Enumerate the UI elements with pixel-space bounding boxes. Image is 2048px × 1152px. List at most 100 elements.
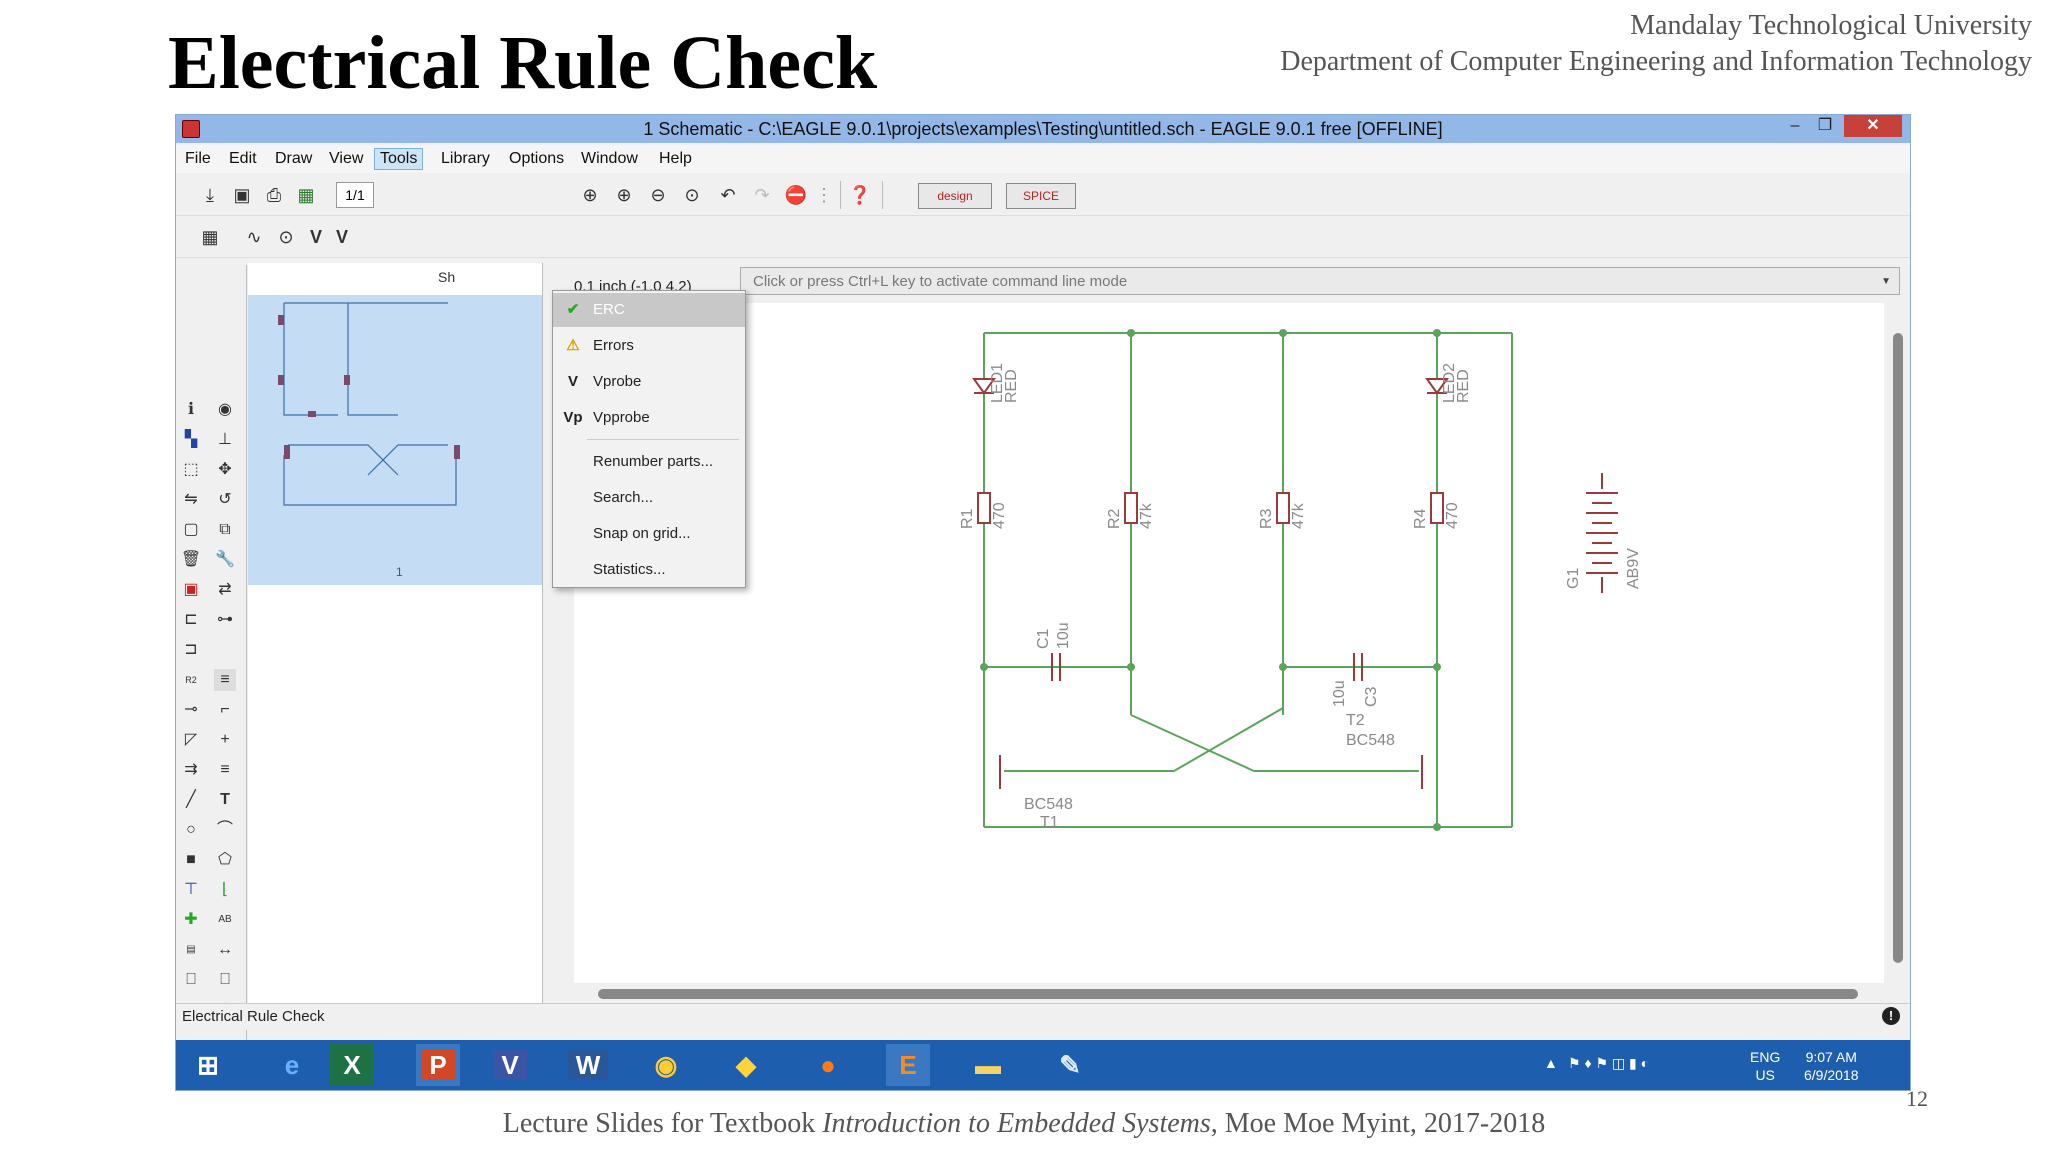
help-icon[interactable]: ❓ [848,183,872,207]
python-icon[interactable]: ◆ [724,1044,768,1086]
save-icon[interactable]: ▣ [230,183,254,207]
command-line[interactable]: Click or press Ctrl+L key to activate co… [740,267,1900,295]
menu-file[interactable]: File [180,149,216,169]
zoom-fit-icon[interactable]: ⊕ [578,183,602,207]
firefox-icon[interactable]: ● [806,1044,850,1086]
visio-icon[interactable]: V [488,1044,532,1086]
sheet-thumbnail[interactable]: 1 [248,295,542,585]
excel-icon[interactable]: X [330,1044,374,1086]
info-icon[interactable]: ℹ [180,399,202,421]
wrench-icon[interactable]: 🔧 [214,549,236,571]
split-icon[interactable]: ⊸ [180,699,202,721]
select-icon[interactable]: ⬚ [180,459,202,481]
net-icon[interactable]: + [214,729,236,751]
go-icon[interactable]: ⋮ [812,183,836,207]
miter-icon[interactable]: ⌐ [214,699,236,721]
label-icon[interactable]: AB [214,909,236,931]
menu-edit[interactable]: Edit [224,149,262,169]
powerpoint-icon[interactable]: P [416,1044,460,1086]
sheet-selector[interactable]: 1/1 [336,182,374,208]
grid-icon[interactable]: ▦ [198,225,222,249]
status-info-icon[interactable]: ! [1882,1007,1900,1025]
show-icon[interactable]: ◉ [214,399,236,421]
arc-icon[interactable]: ⌒ [214,819,236,841]
vpprobe-toolbar-icon[interactable]: V [330,225,354,249]
eagle-icon[interactable]: E [886,1044,930,1086]
module-icon[interactable]: ⎕ [214,969,236,991]
line-icon[interactable]: ╱ [180,789,202,811]
schematic-canvas[interactable]: LED1 RED LED2 RED R1 470 R2 47k R3 47k R… [574,303,1884,983]
junction-icon[interactable]: ⊤ [180,879,202,901]
rotate-icon[interactable]: ↺ [214,489,236,511]
wire-icon[interactable]: ⌊ [214,879,236,901]
chevron-down-icon[interactable]: ▼ [1881,268,1891,296]
horizontal-scrollbar[interactable] [598,989,1858,999]
undo-icon[interactable]: ↶ [716,183,740,207]
menu-library[interactable]: Library [436,149,495,169]
zoom-in-icon[interactable]: ⊕ [612,183,636,207]
menu-item-statistics[interactable]: Statistics... [553,553,745,587]
dimension-icon[interactable]: ↔ [214,939,236,961]
menu-item-erc[interactable]: ✔ ERC [553,293,745,327]
name-icon[interactable]: R2 [180,669,202,691]
menu-item-snap-on-grid[interactable]: Snap on grid... [553,517,745,551]
menu-options[interactable]: Options [504,149,569,169]
tray-chevron-icon[interactable]: ▲ [1544,1054,1558,1072]
frame-icon[interactable]: ▤ [180,939,202,961]
value-icon[interactable]: ≡ [214,669,236,691]
menu-tools[interactable]: Tools [374,148,424,170]
highlight-icon[interactable]: ∿ [242,225,266,249]
smash-icon[interactable]: ⊶ [214,609,236,631]
print-icon[interactable]: ⎙ [262,183,286,207]
menu-view[interactable]: View [324,149,368,169]
polygon-icon[interactable]: ⬠ [214,849,236,871]
open-icon[interactable]: ⤓ [198,183,222,207]
rectangle-icon[interactable]: ■ [180,849,202,871]
gate-swap-icon[interactable]: ⊏ [180,609,202,631]
pinswap-icon[interactable]: ⊐ [180,639,202,661]
word-icon[interactable]: W [566,1044,610,1086]
chrome-icon[interactable]: ◉ [644,1044,688,1086]
menu-item-search[interactable]: Search... [553,481,745,515]
paint-icon[interactable]: ✎ [1048,1044,1092,1086]
text-icon[interactable]: T [214,789,236,811]
net-add-icon[interactable]: ✚ [180,909,202,931]
circle-icon[interactable]: ○ [180,819,202,841]
menu-draw[interactable]: Draw [270,149,317,169]
menu-item-vprobe[interactable]: V Vprobe [553,365,745,399]
language-indicator[interactable]: ENG US [1750,1048,1780,1084]
replace-icon[interactable]: ⇄ [214,579,236,601]
start-icon[interactable]: ⊞ [186,1044,230,1086]
menu-window[interactable]: Window [576,149,643,169]
restore-button[interactable]: ❐ [1810,115,1840,137]
copy-icon[interactable]: ⧉ [214,519,236,541]
zoom-select-icon[interactable]: ⊙ [680,183,704,207]
menu-item-errors[interactable]: ⚠ Errors [553,329,745,363]
ie-icon[interactable]: e [270,1044,314,1086]
ltspice-icon[interactable]: SPICE [1006,183,1076,209]
zoom-out-icon[interactable]: ⊖ [646,183,670,207]
design-link-icon[interactable]: design [918,183,992,209]
attribute-icon[interactable]: ≡ [214,759,236,781]
move-icon[interactable]: ✥ [214,459,236,481]
clock[interactable]: 9:07 AM 6/9/2018 [1804,1048,1859,1084]
mark-icon[interactable]: ⊥ [214,429,236,451]
close-button[interactable]: ✕ [1844,115,1902,137]
gate-icon[interactable]: ⎕ [180,969,202,991]
inspect-icon[interactable]: ⊙ [274,225,298,249]
group-icon[interactable]: ▢ [180,519,202,541]
menu-item-renumber[interactable]: Renumber parts... [553,445,745,479]
bus-icon[interactable]: ⇉ [180,759,202,781]
add-part-icon[interactable]: ▣ [180,579,202,601]
vertical-scrollbar[interactable] [1893,333,1903,963]
stop-icon[interactable]: ⛔ [784,183,808,207]
delete-icon[interactable]: 🗑 [180,549,202,571]
layer-icon[interactable]: ▚ [180,429,202,451]
sch-brd-icon[interactable]: ▦ [294,183,318,207]
minimize-button[interactable]: – [1780,115,1810,137]
vprobe-toolbar-icon[interactable]: V [304,225,328,249]
menu-item-vpprobe[interactable]: Vp Vpprobe [553,401,745,435]
redo-icon[interactable]: ↷ [750,183,774,207]
optimize-icon[interactable]: ◸ [180,729,202,751]
explorer-icon[interactable]: ▬ [966,1044,1010,1086]
